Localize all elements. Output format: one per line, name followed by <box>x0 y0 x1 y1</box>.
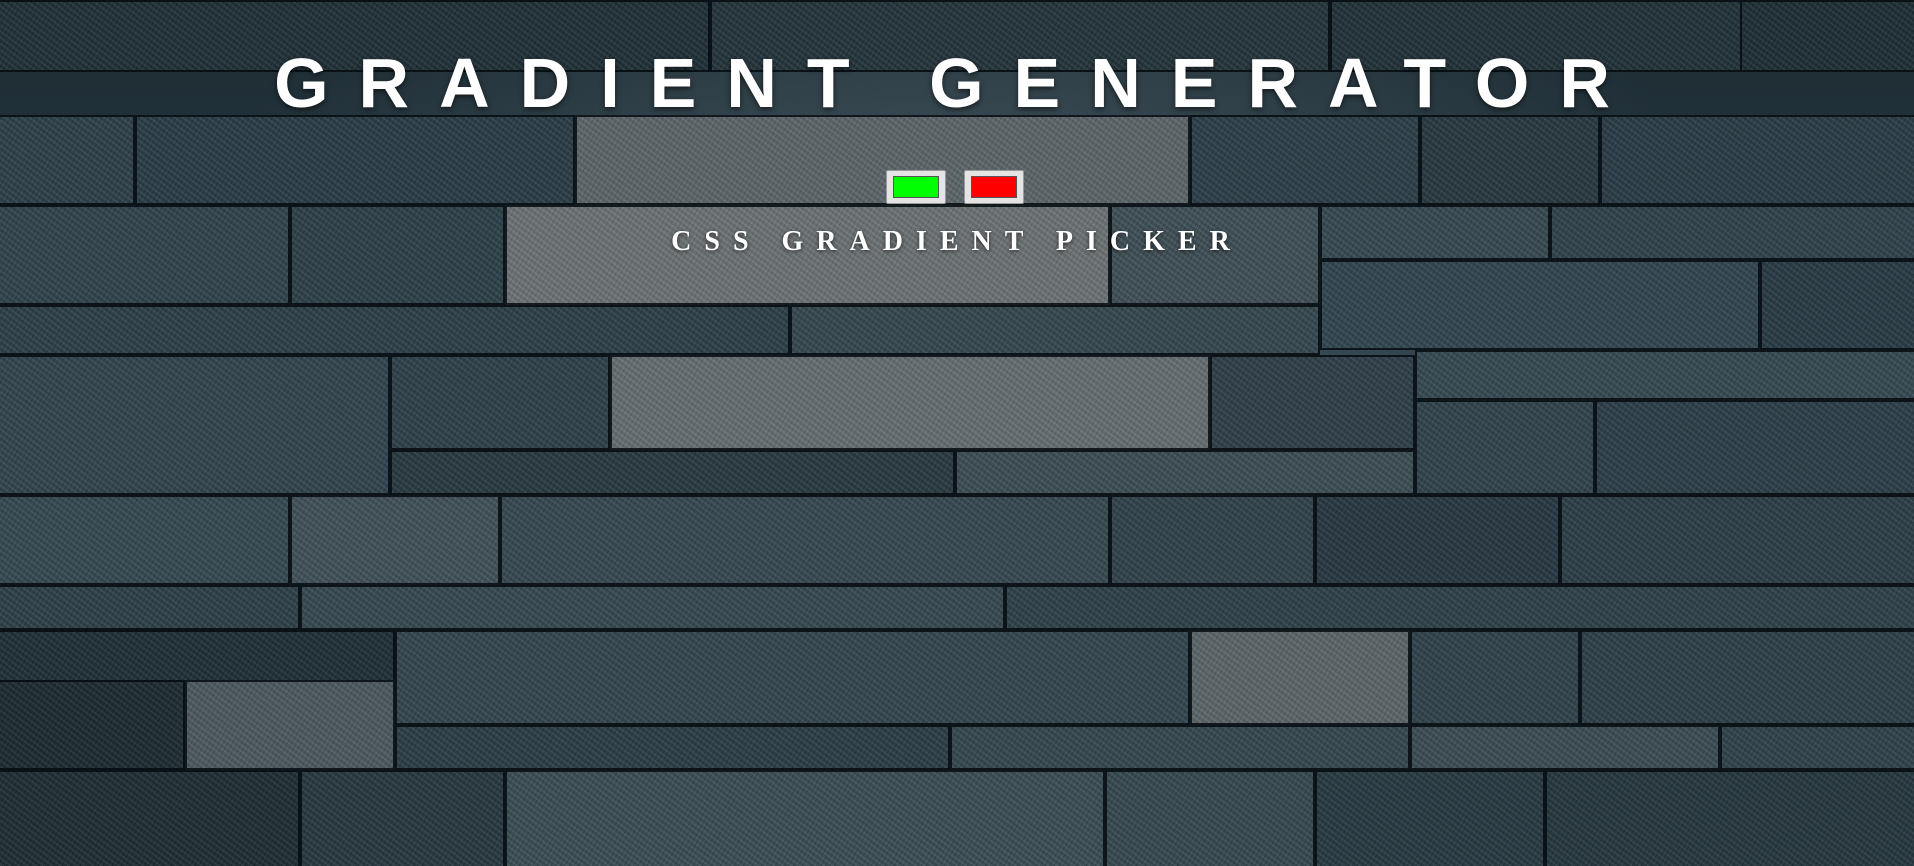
brick <box>1315 495 1560 585</box>
color-picker-end[interactable] <box>964 170 1024 204</box>
brick <box>1410 725 1720 770</box>
brick <box>0 680 185 770</box>
brick <box>1545 770 1914 866</box>
brick <box>395 630 1190 725</box>
brick <box>505 770 1105 866</box>
brick <box>1190 115 1420 205</box>
brick <box>1110 495 1315 585</box>
brick <box>185 680 395 770</box>
brick <box>955 450 1415 495</box>
color-picker-start-fill <box>893 176 939 198</box>
brick <box>1420 115 1600 205</box>
brick <box>390 355 610 450</box>
page-title: GRADIENT GENERATOR <box>274 44 1640 122</box>
brick <box>1190 630 1410 725</box>
brick <box>0 585 300 630</box>
brick <box>1210 355 1415 450</box>
brick <box>300 770 505 866</box>
brick <box>950 725 1410 770</box>
page-subtitle: CSS GRADIENT PICKER <box>671 226 1243 257</box>
brick <box>1760 260 1914 350</box>
brick <box>1105 770 1315 866</box>
brick <box>1580 630 1914 725</box>
brick <box>135 115 575 205</box>
page-header: GRADIENT GENERATOR <box>0 0 1914 122</box>
brick <box>1005 585 1914 630</box>
brick <box>1720 725 1914 770</box>
stone-wall-background <box>0 0 1914 866</box>
brick <box>0 115 135 205</box>
brick <box>390 450 955 495</box>
brick <box>1415 400 1595 495</box>
brick <box>1560 495 1914 585</box>
color-picker-group <box>886 170 1026 204</box>
brick <box>1410 630 1580 725</box>
brick <box>1415 350 1914 400</box>
brick <box>1315 770 1545 866</box>
brick <box>300 585 1005 630</box>
brick <box>610 355 1210 450</box>
brick <box>290 495 500 585</box>
brick <box>1595 400 1914 495</box>
brick <box>790 305 1320 355</box>
brick <box>0 305 790 355</box>
color-picker-end-fill <box>971 176 1017 198</box>
brick <box>1600 115 1914 205</box>
brick <box>395 725 950 770</box>
brick <box>575 115 1190 205</box>
brick <box>0 770 300 866</box>
brick <box>0 495 290 585</box>
brick <box>1320 260 1760 350</box>
brick <box>500 495 1110 585</box>
color-picker-start[interactable] <box>886 170 946 204</box>
brick <box>0 355 390 495</box>
